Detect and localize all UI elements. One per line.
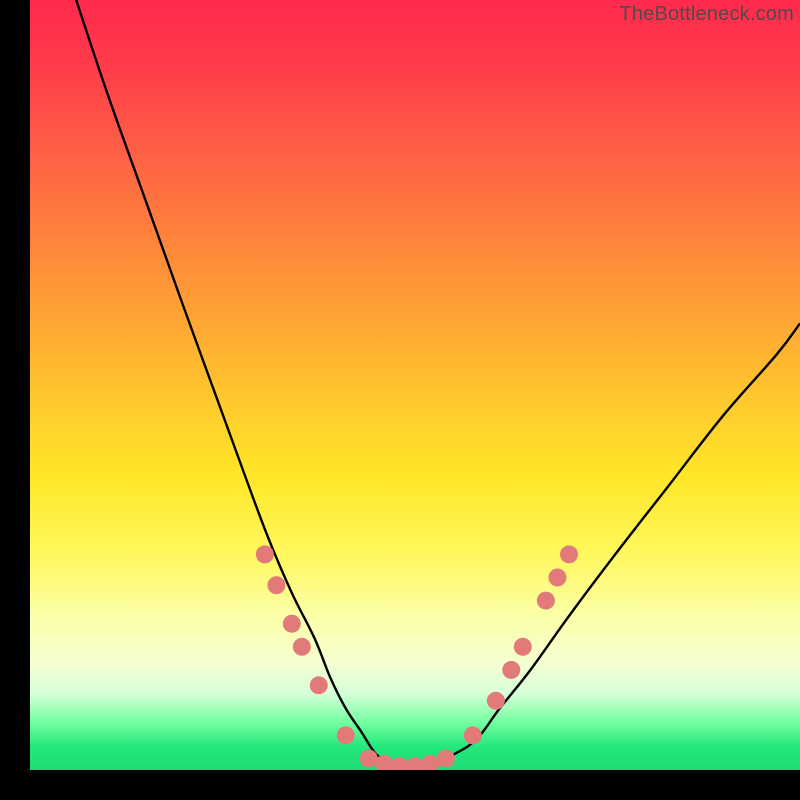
curve-marker [310, 676, 328, 694]
curve-marker [537, 592, 555, 610]
curve-marker [421, 755, 439, 770]
curve-marker [406, 757, 424, 770]
curve-marker [514, 638, 532, 656]
watermark-text: TheBottleneck.com [619, 3, 794, 26]
chart-frame: TheBottleneck.com [0, 0, 800, 800]
curve-marker [502, 661, 520, 679]
curve-marker [560, 545, 578, 563]
curve-marker [337, 726, 355, 744]
curve-marker [437, 749, 455, 767]
curve-marker [256, 545, 274, 563]
curve-marker [267, 576, 285, 594]
curve-marker [283, 615, 301, 633]
curve-marker [391, 757, 409, 770]
curve-marker [548, 569, 566, 587]
curve-marker [487, 692, 505, 710]
curve-marker [293, 638, 311, 656]
curve-marker [360, 749, 378, 767]
curve-marker [464, 726, 482, 744]
chart-svg [30, 0, 800, 770]
curve-markers [256, 545, 578, 770]
chart-plot-area [30, 0, 800, 770]
bottleneck-curve-path [76, 0, 800, 767]
